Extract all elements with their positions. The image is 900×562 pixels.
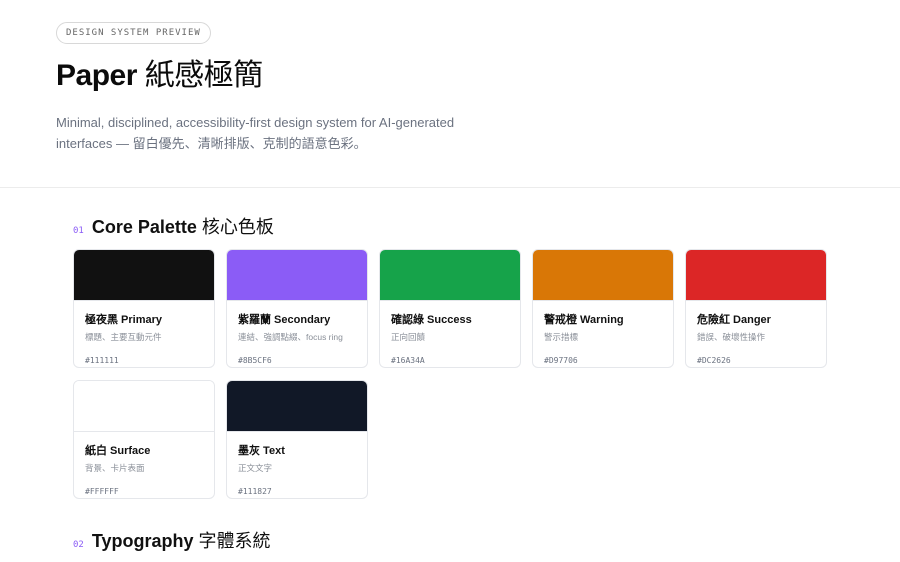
color-swatch [74,250,214,301]
color-card-success: 確認綠 Success 正向回饋 #16A34A [379,249,521,368]
color-usage: 正文文字 [238,463,273,473]
color-card-text: 墨灰 Text 正文文字 #111827 [226,380,368,499]
color-name: 墨灰 Text [238,445,285,457]
design-system-page: DESIGN SYSTEM PREVIEW Paper 紙感極簡 Minimal… [0,0,900,562]
section-title: Typography 字體系統 [92,527,271,553]
section-title-cjk: 字體系統 [198,531,271,551]
color-card-danger: 危險紅 Danger 錯誤、破壞性操作 #DC2626 [685,249,827,368]
color-swatch [227,381,367,432]
section-number: 02 [73,540,84,550]
color-hex: #16A34A [391,356,425,365]
color-name: 紙白 Surface [85,445,151,457]
palette-grid: 極夜黑 Primary 標題、主要互動元件 #111111 紫羅蘭 Second… [73,249,833,499]
page-subtitle: Minimal, disciplined, accessibility-firs… [56,112,476,154]
color-card-primary: 極夜黑 Primary 標題、主要互動元件 #111111 [73,249,215,368]
section-header-core-palette: 01 Core Palette 核心色板 [73,213,274,239]
color-hex: #FFFFFF [85,487,119,496]
color-name: 紫羅蘭 Secondary [238,314,331,326]
section-title-en: Typography [91,531,194,551]
color-usage: 錯誤、破壞性操作 [697,332,766,342]
color-name: 危險紅 Danger [697,314,771,326]
color-hex: #D97706 [544,356,578,365]
color-swatch [533,250,673,301]
section-title: Core Palette 核心色板 [92,213,274,239]
section-title-en: Core Palette [91,217,197,237]
color-hex: #8B5CF6 [238,356,272,365]
color-card-surface: 紙白 Surface 背景、卡片表面 #FFFFFF [73,380,215,499]
section-title-cjk: 核心色板 [201,217,274,237]
color-hex: #111827 [238,487,272,496]
section-header-typography: 02 Typography 字體系統 [73,527,271,553]
color-name: 確認綠 Success [391,314,472,326]
color-swatch [686,250,826,301]
color-card-warning: 警戒橙 Warning 警示措標 #D97706 [532,249,674,368]
subtitle-line-1: Minimal, disciplined, accessibility-firs… [56,115,455,130]
page-title-en: Paper [56,59,137,92]
page-title-cjk: 紙感極簡 [144,59,264,92]
color-usage: 連結、強調點綴、focus ring [238,332,343,342]
hero-header: DESIGN SYSTEM PREVIEW Paper 紙感極簡 Minimal… [0,0,900,188]
color-card-secondary: 紫羅蘭 Secondary 連結、強調點綴、focus ring #8B5CF6 [226,249,368,368]
color-usage: 正向回饋 [391,332,426,342]
page-title: Paper 紙感極簡 [56,58,844,94]
color-hex: #111111 [85,356,119,365]
color-hex: #DC2626 [697,356,731,365]
color-name: 警戒橙 Warning [544,314,624,326]
color-usage: 背景、卡片表面 [85,463,145,473]
color-swatch [380,250,520,301]
color-name: 極夜黑 Primary [85,314,163,326]
color-swatch [74,381,214,432]
subtitle-line-2: interfaces — 留白優先、清晰排版、克制的語意色彩。 [56,136,367,151]
color-usage: 標題、主要互動元件 [85,332,162,342]
color-usage: 警示措標 [544,332,579,342]
section-number: 01 [73,226,84,236]
preview-badge: DESIGN SYSTEM PREVIEW [56,22,211,44]
color-swatch [227,250,367,301]
